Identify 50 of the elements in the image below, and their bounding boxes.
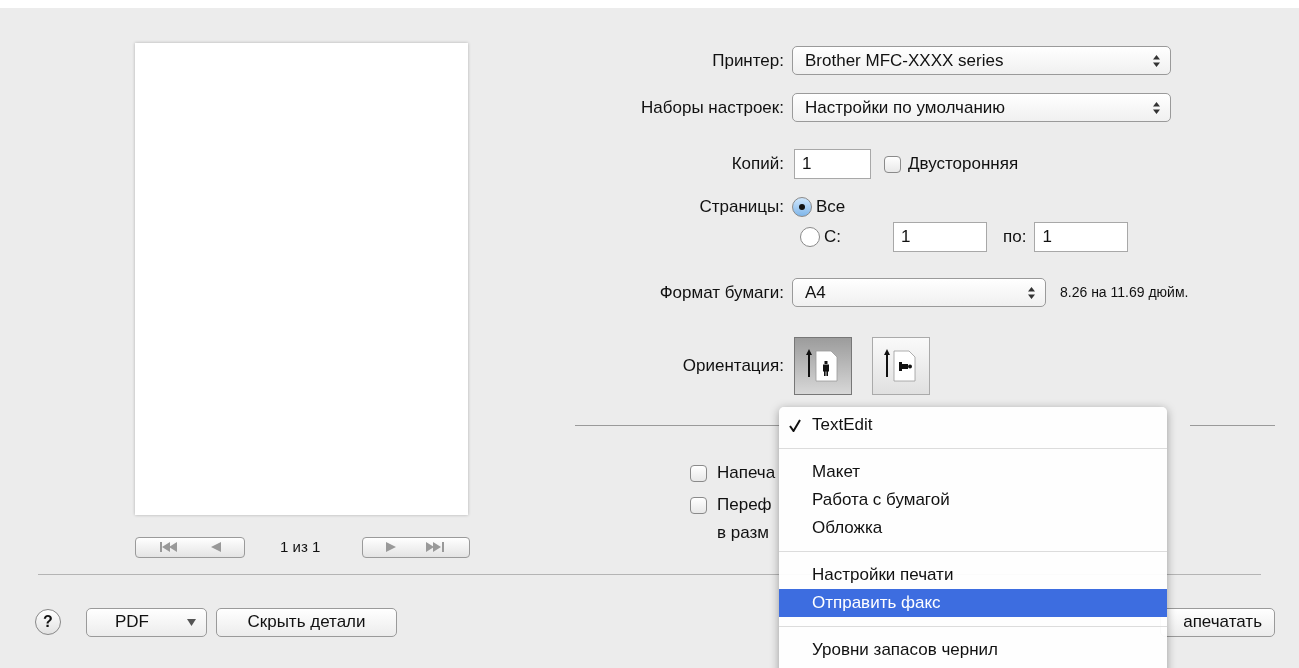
first-page-icon <box>159 542 180 553</box>
option-label: в разм <box>717 522 770 544</box>
pdf-button[interactable]: PDF <box>86 607 207 637</box>
paper-dimensions: 8.26 на 11.69 дюйм. <box>1060 283 1189 302</box>
field-label: Ориентация: <box>682 355 784 378</box>
field-label: Копий: <box>731 153 784 176</box>
printer-popup[interactable]: Brother MFC-XXXX series <box>792 46 1171 75</box>
menu-item[interactable]: Уровни запасов чернил <box>779 636 1167 664</box>
field-label: Формат бумаги: <box>659 281 784 304</box>
radio-button[interactable] <box>792 197 812 217</box>
radio-label: С: <box>824 226 841 249</box>
portrait-orientation-button[interactable] <box>794 337 852 395</box>
radio-button[interactable] <box>800 227 820 247</box>
checkbox[interactable] <box>690 465 707 482</box>
checkbox[interactable] <box>690 497 707 514</box>
help-button[interactable]: ? <box>35 609 61 635</box>
next-last-buttons[interactable] <box>362 536 470 558</box>
hide-details-button[interactable]: Скрыть детали <box>216 607 397 637</box>
landscape-page-icon <box>883 347 919 385</box>
option-label: Переф <box>717 494 772 516</box>
menu-item[interactable]: Настройки печати <box>779 561 1167 589</box>
stepper-arrows-icon <box>1153 101 1160 114</box>
stepper-arrows-icon <box>1028 286 1035 299</box>
first-previous-buttons[interactable] <box>135 536 245 558</box>
page-counter: 1 из 1 <box>280 537 321 557</box>
menu-item[interactable]: Макет <box>779 458 1167 486</box>
stepper-arrows-icon <box>1153 54 1160 67</box>
previous-page-icon <box>210 542 221 553</box>
checkbox[interactable] <box>884 155 901 173</box>
text-field[interactable]: 1 <box>794 149 871 179</box>
caret-icon <box>187 618 196 626</box>
portrait-page-icon <box>805 347 841 385</box>
field-label: по: <box>1003 226 1027 249</box>
paper-size-popup[interactable]: A4 <box>792 278 1046 307</box>
text-field[interactable]: 1 <box>1034 222 1129 252</box>
menu-item[interactable]: TextEdit <box>779 411 1167 439</box>
landscape-orientation-button[interactable] <box>872 337 930 395</box>
field-label: Принтер: <box>712 49 784 72</box>
field-label: Страницы: <box>699 196 784 219</box>
checkbox-label: Двусторонняя <box>908 153 1019 176</box>
menu-item[interactable]: Отправить факс <box>779 589 1167 617</box>
text-field[interactable]: 1 <box>893 222 987 252</box>
presets-popup[interactable]: Настройки по умолчанию <box>792 93 1171 122</box>
menu-item[interactable]: Обложка <box>779 514 1167 542</box>
radio-label: Все <box>816 196 846 219</box>
field-label: Наборы настроек: <box>641 96 784 119</box>
next-page-icon <box>386 542 396 553</box>
option-label: Напеча <box>717 462 776 484</box>
last-page-icon <box>426 542 446 553</box>
menu-item[interactable]: Работа с бумагой <box>779 486 1167 514</box>
